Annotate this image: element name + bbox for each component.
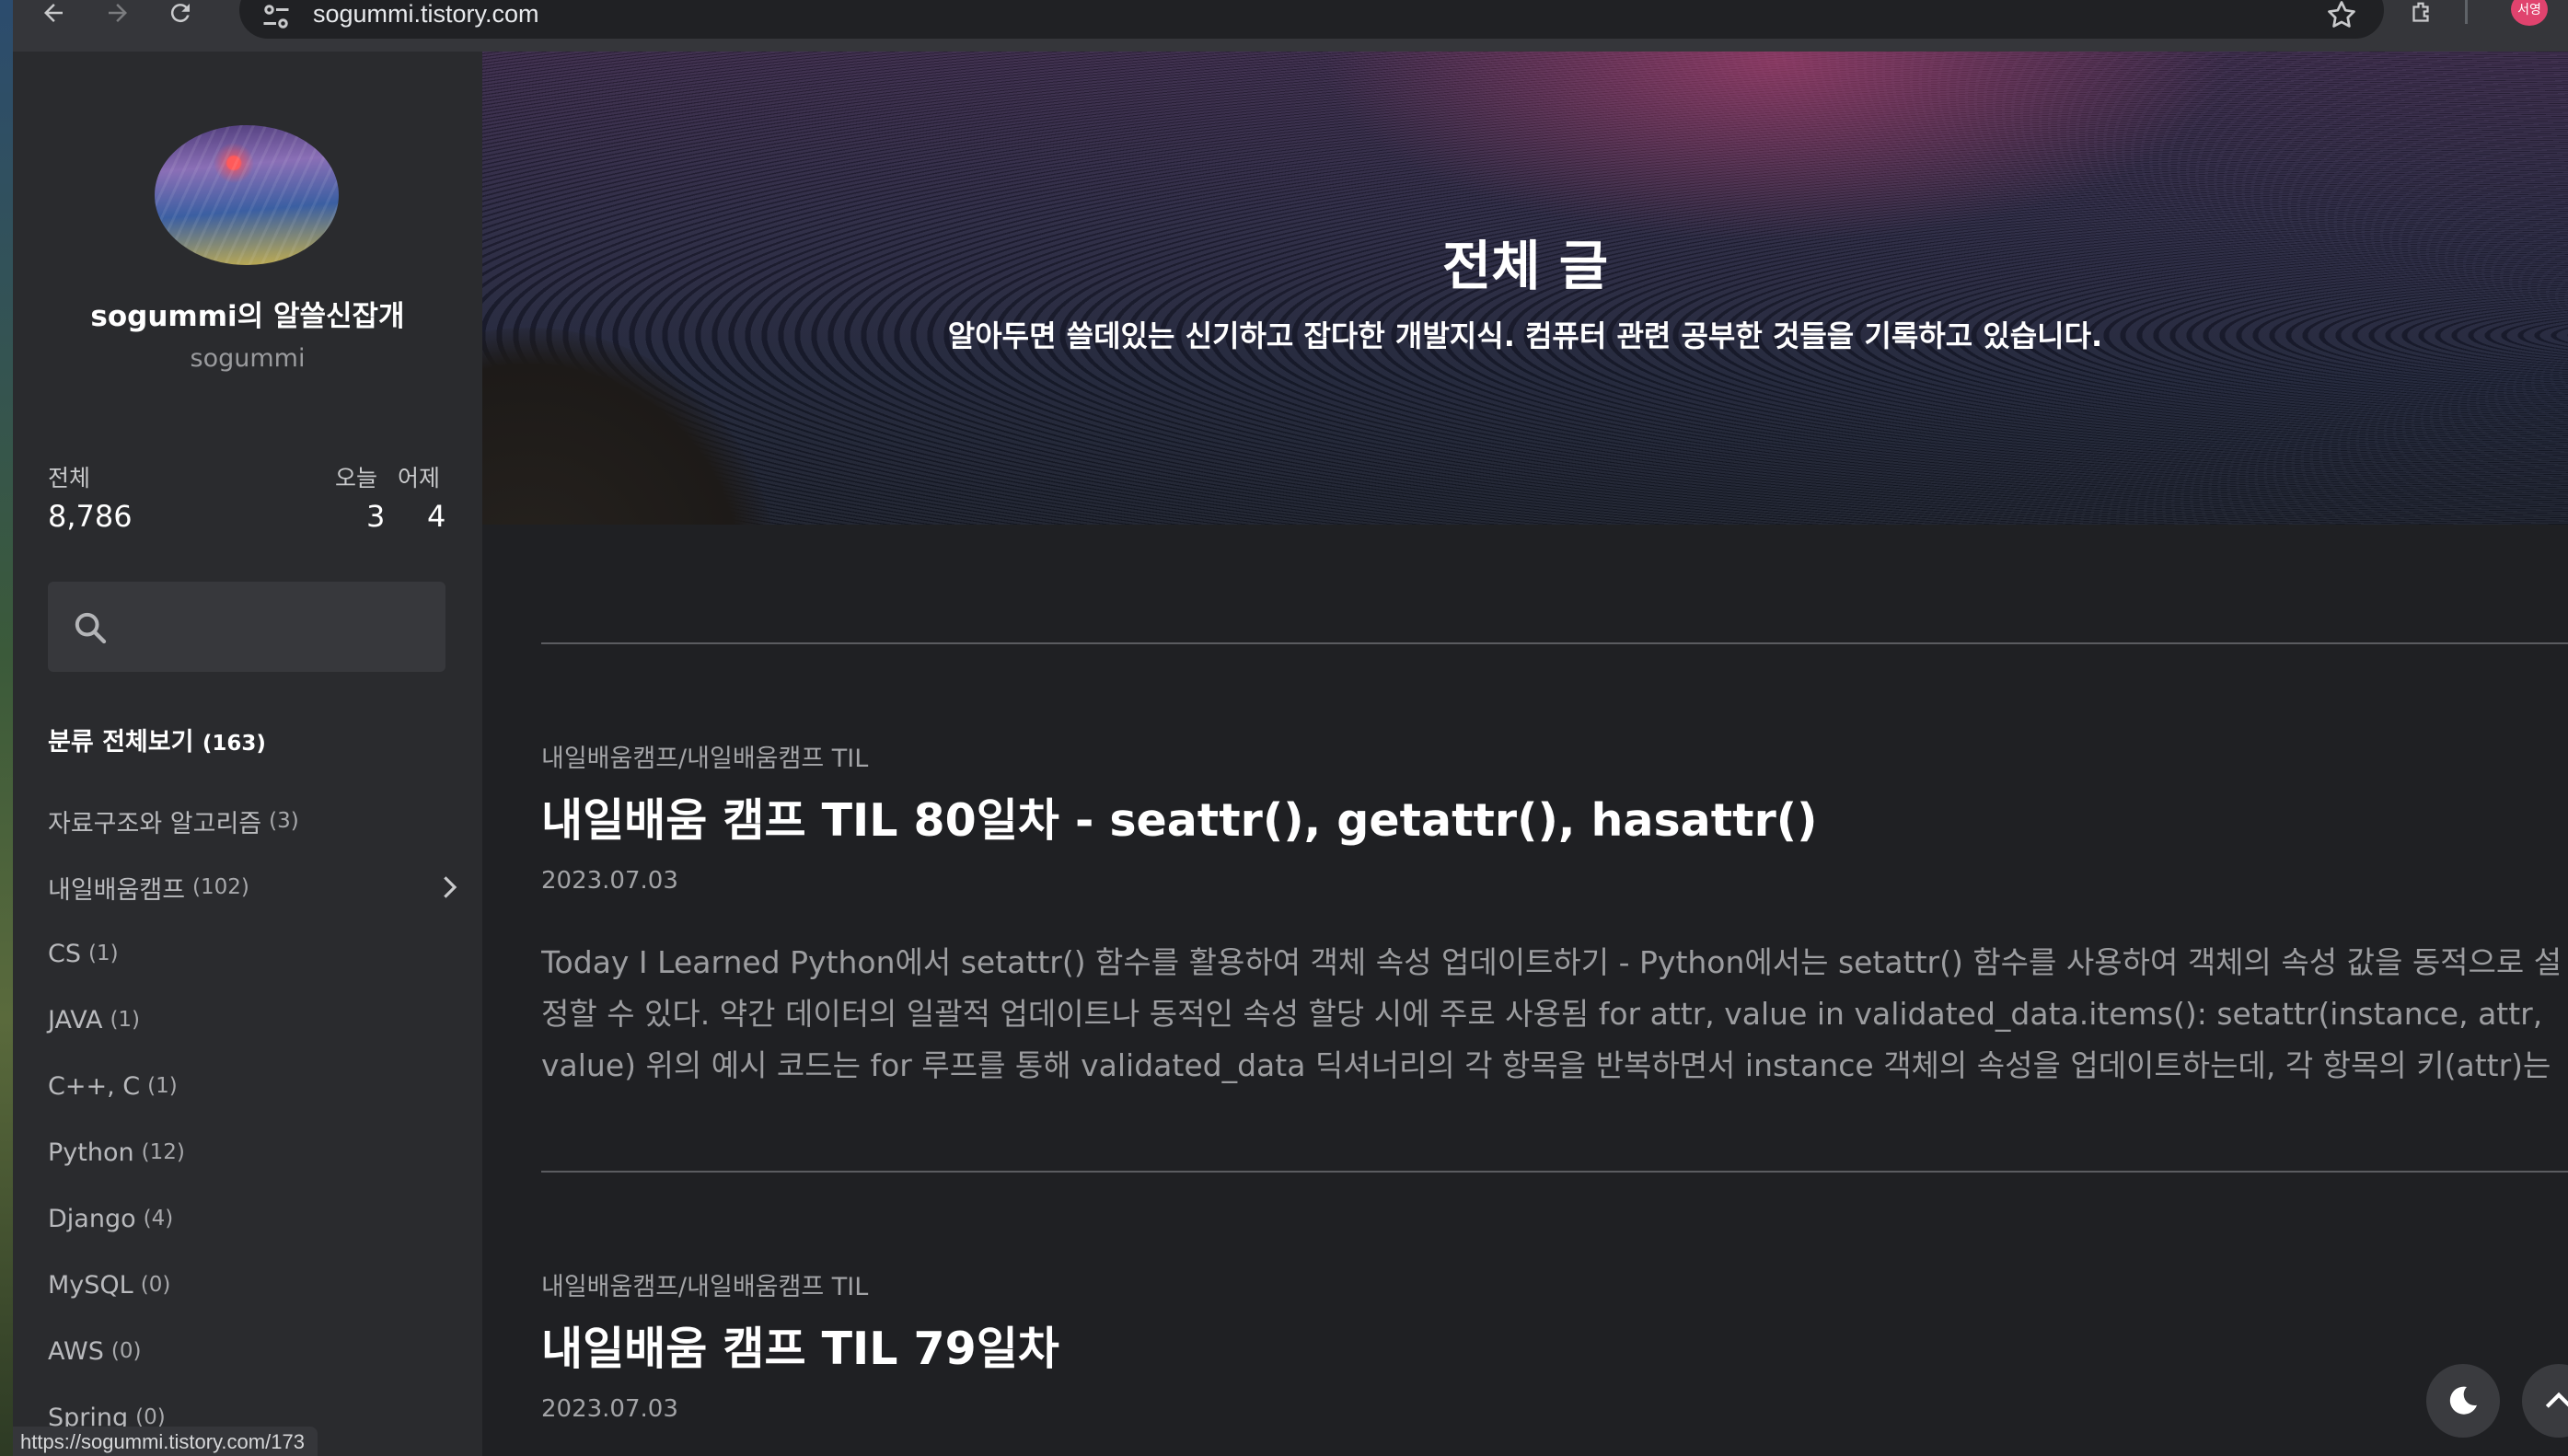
post-category[interactable]: 내일배움캠프/내일배움캠프 TIL xyxy=(541,738,868,774)
post-list: 내일배움캠프/내일배움캠프 TIL 내일배움 캠프 TIL 80일차 - sea… xyxy=(482,525,2568,1456)
category-item[interactable]: CS (1) xyxy=(48,920,464,987)
address-bar[interactable]: sogummi.tistory.com xyxy=(239,0,2384,39)
extensions-icon[interactable] xyxy=(2400,0,2441,28)
stat-today-label: 오늘 xyxy=(335,465,378,491)
category-count: (3) xyxy=(269,809,299,833)
page-title: 전체 글 xyxy=(1441,235,1609,297)
category-all-label: 분류 전체보기 xyxy=(48,728,194,757)
category-count: (0) xyxy=(140,1273,171,1297)
category-count: (1) xyxy=(147,1074,178,1098)
category-item[interactable]: C++, C (1) xyxy=(48,1053,464,1119)
post-title[interactable]: 내일배움 캠프 TIL 80일차 - seattr(), getattr(), … xyxy=(541,784,1818,849)
category-count: (102) xyxy=(192,875,249,899)
category-label: CS xyxy=(48,939,81,968)
category-label: 자료구조와 알고리즘 xyxy=(48,809,262,838)
blog-owner-id: sogummi xyxy=(190,344,306,373)
category-label: 내일배움캠프 xyxy=(48,875,186,905)
category-item[interactable]: Django (4) xyxy=(48,1185,464,1252)
category-label: AWS xyxy=(48,1336,104,1366)
category-label: JAVA xyxy=(48,1005,103,1034)
category-count: (1) xyxy=(110,1008,141,1032)
category-all-link[interactable]: 분류 전체보기 (163) xyxy=(48,722,266,757)
category-count: (4) xyxy=(143,1207,174,1231)
post-date: 2023.07.03 xyxy=(541,867,678,895)
category-item[interactable]: AWS (0) xyxy=(48,1318,464,1384)
blog-description: 알아두면 쓸데있는 신기하고 잡다한 개발지식. 컴퓨터 관련 공부한 것들을 … xyxy=(947,318,2103,353)
dark-mode-toggle[interactable] xyxy=(2426,1364,2500,1438)
blog-name[interactable]: sogummi의 알쓸신잡개 xyxy=(13,293,482,334)
back-button[interactable] xyxy=(33,0,74,26)
post-divider xyxy=(541,1171,2568,1173)
moon-icon xyxy=(2449,1386,2478,1415)
category-label: C++, C xyxy=(48,1071,141,1101)
site-settings-icon[interactable] xyxy=(260,0,293,33)
stat-total-value: 8,786 xyxy=(48,499,133,534)
chevron-up-icon xyxy=(2545,1392,2568,1408)
category-item[interactable]: Python (12) xyxy=(48,1119,464,1185)
category-label: Python xyxy=(48,1138,134,1167)
search-icon[interactable] xyxy=(72,609,109,646)
profile-avatar[interactable]: 서영 xyxy=(2511,0,2548,26)
stat-today-value: 3 xyxy=(366,499,386,534)
category-item[interactable]: JAVA (1) xyxy=(48,987,464,1053)
category-count: (1) xyxy=(88,942,119,965)
blog-search-input[interactable] xyxy=(48,582,445,672)
category-count: (0) xyxy=(110,1339,142,1363)
desktop-background-edge xyxy=(0,0,13,1456)
url-text: sogummi.tistory.com xyxy=(313,0,539,28)
browser-toolbar: sogummi.tistory.com 서영 xyxy=(13,0,2568,52)
category-item[interactable]: 자료구조와 알고리즘 (3) xyxy=(48,788,464,854)
post-date: 2023.07.03 xyxy=(541,1395,678,1423)
post-excerpt[interactable]: Today I Learned Python에서 setattr() 함수를 활… xyxy=(541,937,2568,1092)
blog-profile-image[interactable] xyxy=(155,125,339,265)
toolbar-divider xyxy=(2465,0,2468,24)
blog-sidebar: sogummi의 알쓸신잡개 sogummi 전체 8,786 오늘 3 어제 … xyxy=(13,52,482,1456)
arrow-right-icon xyxy=(109,4,127,22)
category-label: MySQL xyxy=(48,1270,133,1300)
post-divider xyxy=(541,642,2568,644)
stat-total-label: 전체 xyxy=(48,465,91,491)
bookmark-star-icon[interactable] xyxy=(2325,0,2358,31)
category-list: 자료구조와 알고리즘 (3) 내일배움캠프 (102) CS (1) JAVA (1) … xyxy=(48,788,464,1450)
chevron-right-icon[interactable] xyxy=(434,872,464,902)
stat-yesterday-label: 어제 xyxy=(398,465,441,491)
category-label: Django xyxy=(48,1204,136,1233)
link-hover-status: https://sogummi.tistory.com/173 xyxy=(13,1427,318,1456)
category-item[interactable]: MySQL (0) xyxy=(48,1252,464,1318)
reload-icon xyxy=(170,4,190,23)
forward-button[interactable] xyxy=(98,0,138,26)
arrow-left-icon xyxy=(44,4,63,22)
category-count: (12) xyxy=(141,1140,185,1164)
category-item[interactable]: 내일배움캠프 (102) xyxy=(48,854,464,920)
blog-header-banner: 전체 글 알아두면 쓸데있는 신기하고 잡다한 개발지식. 컴퓨터 관련 공부한… xyxy=(482,52,2568,525)
post-category[interactable]: 내일배움캠프/내일배움캠프 TIL xyxy=(541,1266,868,1302)
post-title[interactable]: 내일배움 캠프 TIL 79일차 xyxy=(541,1312,1059,1378)
stat-yesterday-value: 4 xyxy=(427,499,446,534)
category-all-count: (163) xyxy=(202,732,266,756)
reload-button[interactable] xyxy=(160,0,201,26)
